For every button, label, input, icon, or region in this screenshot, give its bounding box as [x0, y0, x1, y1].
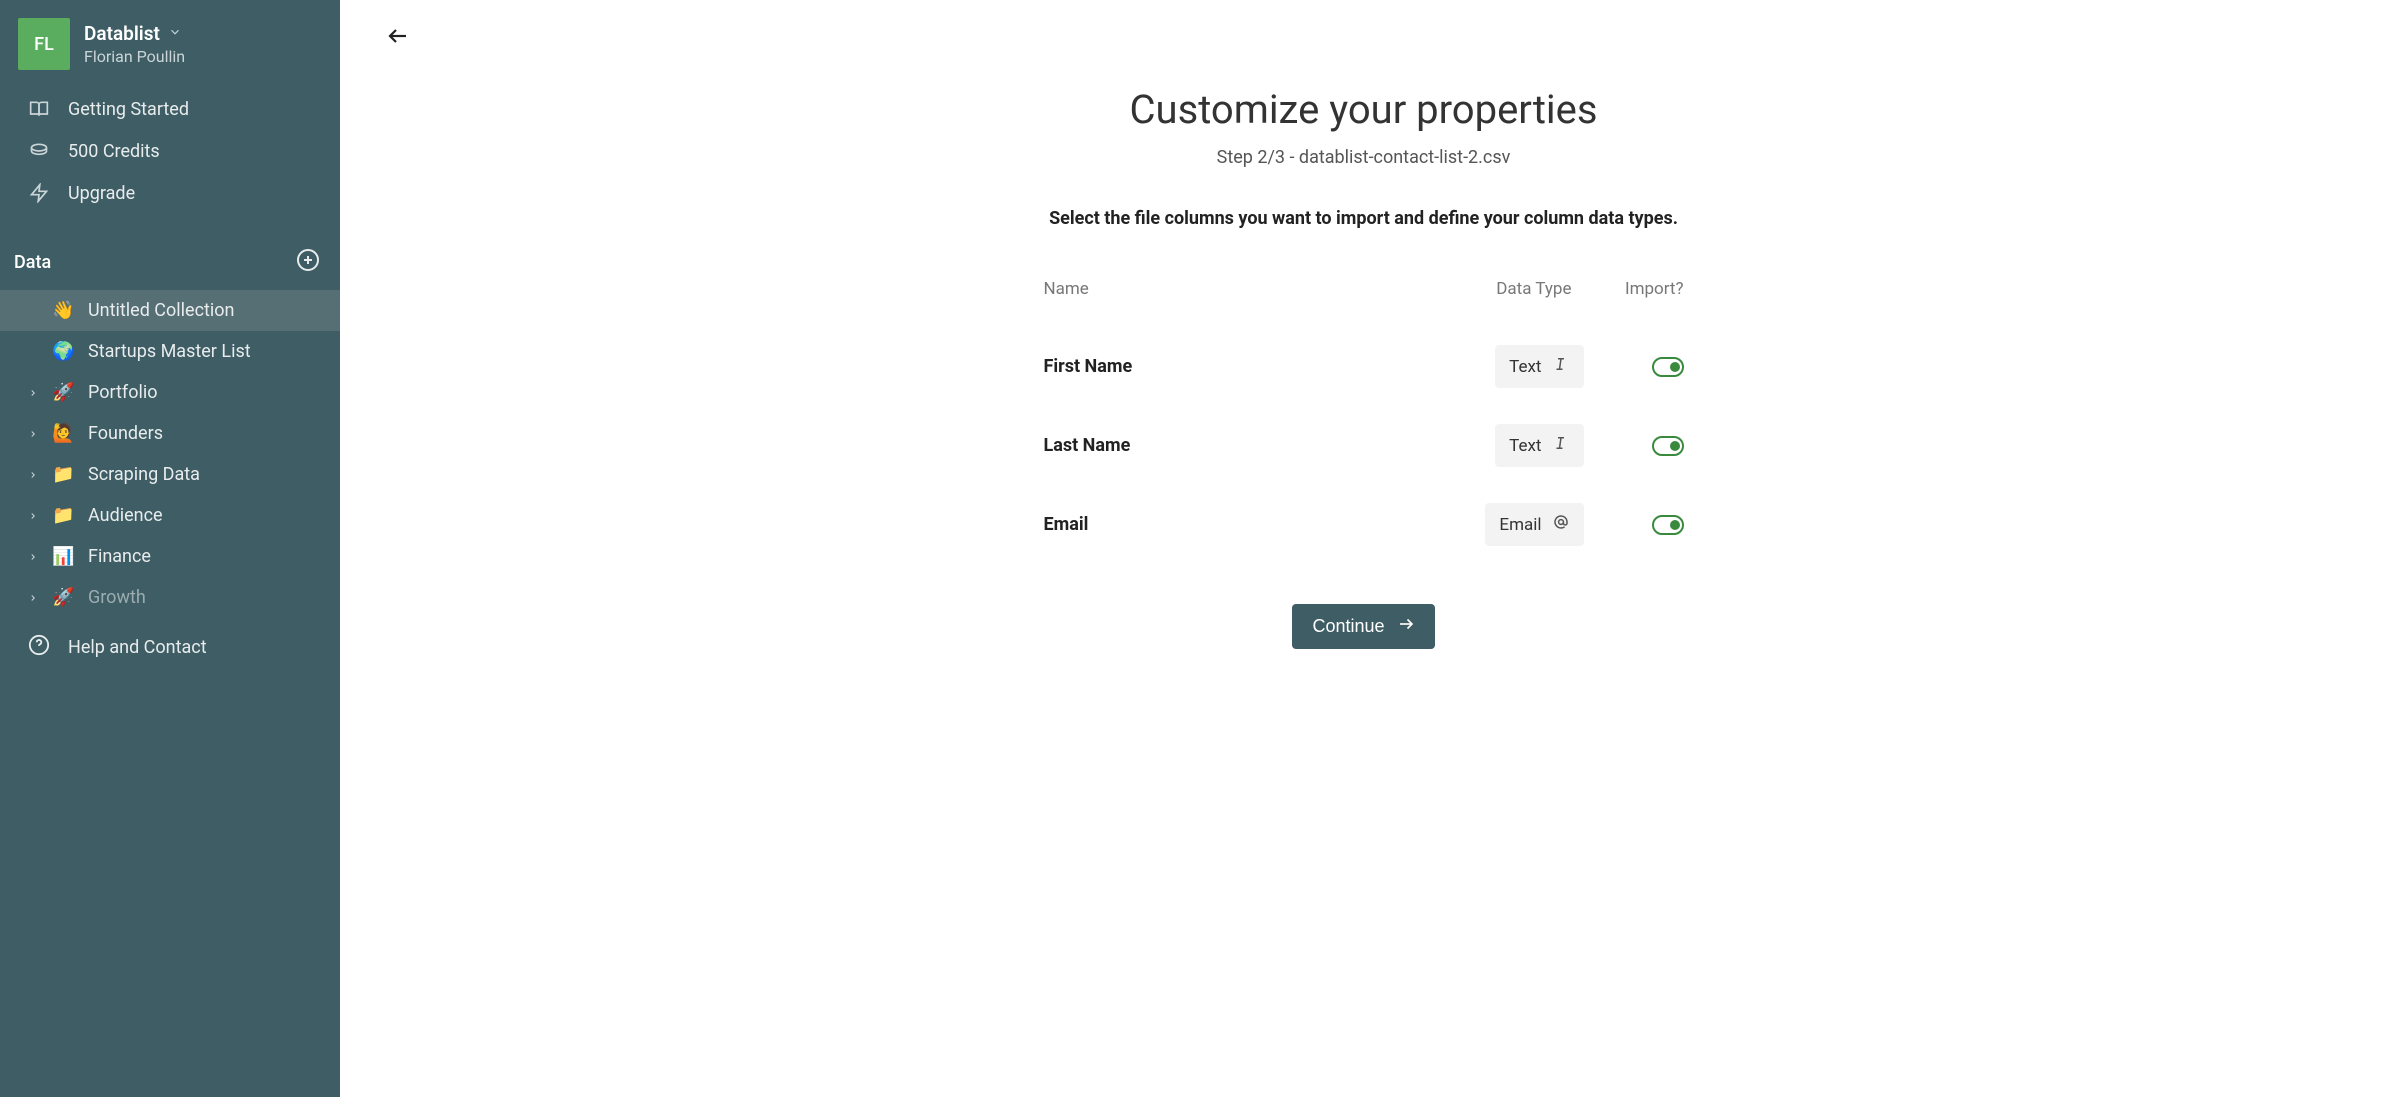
data-type-selector[interactable]: Text	[1495, 345, 1583, 388]
arrow-right-icon	[1397, 615, 1415, 638]
th-import: Import?	[1584, 279, 1684, 299]
sidebar-collection-item[interactable]: 📁 Audience	[0, 495, 340, 536]
data-type-label: Email	[1499, 515, 1541, 535]
sidebar-collection-item[interactable]: 📊 Finance	[0, 536, 340, 577]
collection-emoji: 🚀	[52, 382, 74, 403]
workspace-info: Datablist Florian Poullin	[84, 22, 185, 66]
help-icon	[28, 634, 50, 661]
nav-label: Upgrade	[68, 183, 135, 204]
chevron-right-icon[interactable]	[28, 388, 38, 398]
workspace-switcher[interactable]: FL Datablist Florian Poullin	[0, 0, 340, 80]
chevron-right-icon[interactable]	[28, 470, 38, 480]
coins-icon	[28, 140, 50, 162]
chevron-right-icon[interactable]	[28, 429, 38, 439]
table-row: Email Email	[1044, 485, 1684, 564]
collection-label: Startups Master List	[88, 341, 251, 362]
table-row: First Name Text	[1044, 327, 1684, 406]
collection-label: Finance	[88, 546, 151, 567]
nav-upgrade[interactable]: Upgrade	[0, 172, 340, 214]
import-toggle[interactable]	[1652, 357, 1684, 377]
import-toggle[interactable]	[1652, 436, 1684, 456]
page-subtitle: Step 2/3 - datablist-contact-list-2.csv	[380, 147, 2347, 168]
collection-emoji: 🚀	[52, 587, 74, 608]
sidebar-collection-item[interactable]: 🚀 Growth	[0, 577, 340, 618]
table-header: Name Data Type Import?	[1044, 279, 1684, 299]
continue-button[interactable]: Continue	[1292, 604, 1434, 649]
table-row: Last Name Text	[1044, 406, 1684, 485]
book-icon	[28, 98, 50, 120]
chevron-right-icon[interactable]	[28, 552, 38, 562]
sidebar-collection-item[interactable]: 🚀 Portfolio	[0, 372, 340, 413]
sidebar-collection-item[interactable]: 📁 Scraping Data	[0, 454, 340, 495]
page-instruction: Select the file columns you want to impo…	[380, 208, 2347, 229]
nav-label: 500 Credits	[68, 141, 160, 162]
data-type-label: Text	[1509, 357, 1541, 377]
import-toggle[interactable]	[1652, 515, 1684, 535]
column-name: First Name	[1044, 356, 1424, 377]
collection-label: Founders	[88, 423, 163, 444]
collection-label: Scraping Data	[88, 464, 200, 485]
help-label: Help and Contact	[68, 637, 207, 658]
collection-emoji: 👋	[52, 300, 74, 321]
lightning-icon	[28, 182, 50, 204]
sidebar: FL Datablist Florian Poullin Getting Sta…	[0, 0, 340, 1097]
email-type-icon	[1552, 513, 1570, 536]
th-type: Data Type	[1424, 279, 1584, 299]
columns-table: Name Data Type Import? First NameTextLas…	[1044, 279, 1684, 564]
sidebar-collection-item[interactable]: 🙋 Founders	[0, 413, 340, 454]
workspace-name: Datablist	[84, 22, 160, 45]
sidebar-collection-item[interactable]: 👋 Untitled Collection	[0, 290, 340, 331]
column-name: Last Name	[1044, 435, 1424, 456]
collection-label: Portfolio	[88, 382, 157, 403]
text-type-icon	[1552, 434, 1570, 457]
collection-emoji: 🙋	[52, 423, 74, 444]
chevron-down-icon	[168, 24, 182, 43]
data-type-selector[interactable]: Text	[1495, 424, 1583, 467]
data-type-selector[interactable]: Email	[1485, 503, 1583, 546]
collection-label: Growth	[88, 587, 146, 608]
column-name: Email	[1044, 514, 1424, 535]
nav-label: Getting Started	[68, 99, 189, 120]
workspace-user: Florian Poullin	[84, 47, 185, 66]
collection-label: Untitled Collection	[88, 300, 234, 321]
help-and-contact[interactable]: Help and Contact	[0, 622, 340, 673]
avatar-initials: FL	[34, 34, 54, 55]
data-type-label: Text	[1509, 436, 1541, 456]
collection-emoji: 📁	[52, 464, 74, 485]
page-title: Customize your properties	[380, 86, 2347, 133]
back-button[interactable]	[380, 20, 416, 56]
add-collection-button[interactable]	[296, 248, 320, 276]
sidebar-collection-item[interactable]: 🌍 Startups Master List	[0, 331, 340, 372]
avatar: FL	[18, 18, 70, 70]
collection-emoji: 📊	[52, 546, 74, 567]
arrow-left-icon	[386, 24, 410, 52]
chevron-right-icon[interactable]	[28, 593, 38, 603]
collection-label: Audience	[88, 505, 163, 526]
collection-emoji: 📁	[52, 505, 74, 526]
main-content: Customize your properties Step 2/3 - dat…	[340, 0, 2387, 1097]
nav-credits[interactable]: 500 Credits	[0, 130, 340, 172]
nav-getting-started[interactable]: Getting Started	[0, 88, 340, 130]
chevron-right-icon[interactable]	[28, 511, 38, 521]
text-type-icon	[1552, 355, 1570, 378]
collection-emoji: 🌍	[52, 341, 74, 362]
continue-label: Continue	[1312, 616, 1384, 637]
data-label: Data	[14, 252, 51, 273]
th-name: Name	[1044, 279, 1424, 299]
data-section-header: Data	[0, 234, 340, 290]
